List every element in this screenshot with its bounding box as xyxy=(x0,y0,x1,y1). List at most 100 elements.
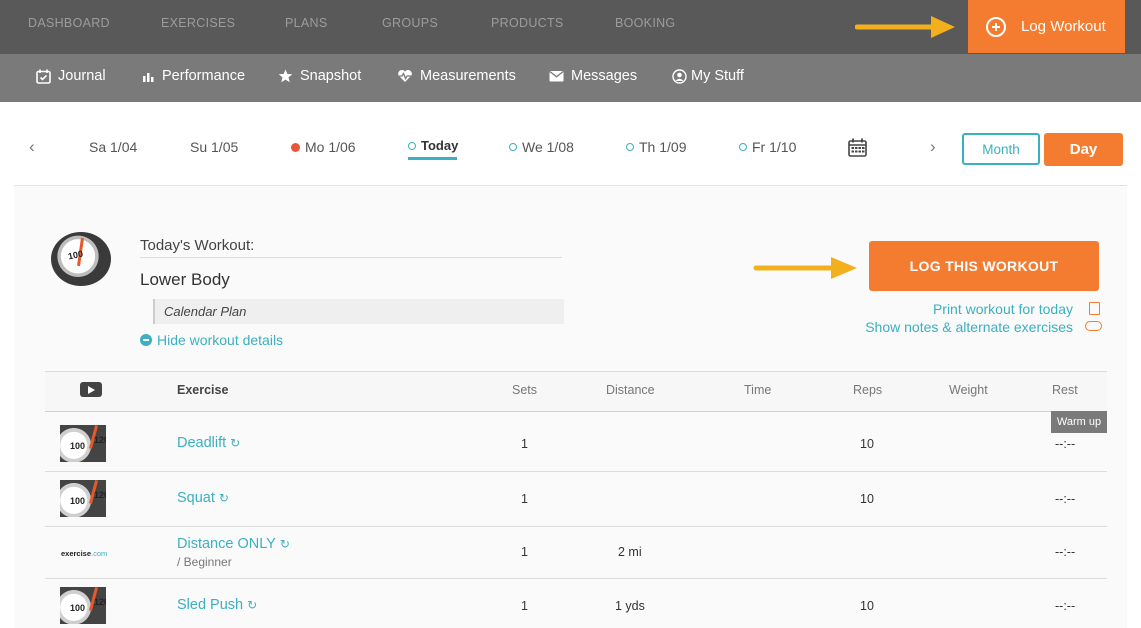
star-icon xyxy=(278,69,293,83)
header-time: Time xyxy=(744,383,772,397)
today-underline xyxy=(408,157,457,160)
todays-workout-label: Today's Workout: xyxy=(140,237,255,254)
exercise-link-squat[interactable]: Squat ↻ xyxy=(177,490,229,506)
calendar-icon[interactable] xyxy=(848,138,867,157)
cell-rest: --:-- xyxy=(1055,545,1076,559)
plan-name: Calendar Plan xyxy=(164,304,247,319)
month-view-button[interactable]: Month xyxy=(962,133,1040,165)
nav-groups[interactable]: GROUPS xyxy=(382,16,438,30)
day-sa[interactable]: Sa 1/04 xyxy=(89,139,137,155)
scale-number: 120 xyxy=(94,597,106,607)
show-notes-link[interactable]: Show notes & alternate exercises xyxy=(865,319,1073,335)
workout-thumbnail: 100 xyxy=(51,232,111,286)
subnav-label: My Stuff xyxy=(691,68,744,84)
subnav-label: Measurements xyxy=(420,68,516,84)
scale-number: 100 xyxy=(70,603,86,613)
history-icon[interactable]: ↻ xyxy=(230,436,240,450)
nav-products[interactable]: PRODUCTS xyxy=(491,16,564,30)
warmup-badge: Warm up xyxy=(1051,411,1107,433)
subnav-label: Journal xyxy=(58,68,106,84)
subnav-performance[interactable]: Performance xyxy=(142,68,245,84)
scheduled-dot-icon xyxy=(408,141,416,150)
exercise-com-logo: exercise.com xyxy=(61,549,107,558)
video-play-icon xyxy=(80,382,102,397)
hide-details-label: Hide workout details xyxy=(157,332,284,348)
header-reps: Reps xyxy=(853,383,883,397)
day-label: Fr 1/10 xyxy=(752,139,797,155)
exercise-link-deadlift[interactable]: Deadlift ↻ xyxy=(177,435,240,451)
toggle-icon[interactable] xyxy=(1085,321,1102,331)
exercise-link-sled-push[interactable]: Sled Push ↻ xyxy=(177,597,257,613)
header-distance: Distance xyxy=(606,383,655,397)
history-icon[interactable]: ↻ xyxy=(247,598,257,612)
heart-pulse-icon xyxy=(398,69,412,82)
cell-reps: 10 xyxy=(860,437,874,451)
day-mo[interactable]: Mo 1/06 xyxy=(291,139,356,155)
scale-number: 120 xyxy=(94,490,106,500)
user-circle-icon xyxy=(672,68,687,84)
print-workout-link[interactable]: Print workout for today xyxy=(933,301,1073,317)
day-view-button[interactable]: Day xyxy=(1044,133,1123,166)
subnav-journal[interactable]: Journal xyxy=(36,68,106,84)
scale-number: 120 xyxy=(94,435,106,445)
table-row xyxy=(45,527,1107,579)
subnav-label: Performance xyxy=(162,68,246,84)
log-workout-button[interactable]: Log Workout xyxy=(968,0,1125,53)
history-icon[interactable]: ↻ xyxy=(219,491,229,505)
workout-name: Lower Body xyxy=(140,270,230,289)
header-sets: Sets xyxy=(512,383,538,397)
day-today[interactable]: Today xyxy=(408,138,458,153)
next-week-chevron-icon[interactable]: › xyxy=(930,137,936,157)
arrow-annotation-top xyxy=(855,16,955,38)
document-icon[interactable] xyxy=(1089,302,1100,315)
header-weight: Weight xyxy=(949,383,988,397)
nav-exercises[interactable]: EXERCISES xyxy=(161,16,235,30)
hide-workout-details-link[interactable]: Hide workout details xyxy=(140,332,283,348)
cell-reps: 10 xyxy=(860,492,874,506)
nav-plans[interactable]: PLANS xyxy=(285,16,328,30)
scheduled-dot-icon xyxy=(739,143,747,151)
subnav-measurements[interactable]: Measurements xyxy=(397,68,516,84)
subnav-my-stuff[interactable]: My Stuff xyxy=(672,68,744,84)
exercise-name: Sled Push xyxy=(177,597,244,613)
nav-dashboard[interactable]: DASHBOARD xyxy=(28,16,110,30)
title-divider xyxy=(140,257,562,258)
day-we[interactable]: We 1/08 xyxy=(509,139,574,155)
subnav-messages[interactable]: Messages xyxy=(549,68,637,84)
scheduled-dot-icon xyxy=(509,143,517,151)
plus-circle-icon xyxy=(986,16,1006,37)
day-label: Sa 1/04 xyxy=(89,139,138,155)
log-workout-label: Log Workout xyxy=(1021,18,1106,35)
cell-distance: 1 yds xyxy=(615,599,645,613)
scale-number: 100 xyxy=(70,441,86,451)
cell-reps: 10 xyxy=(860,599,874,613)
exercise-thumbnail: 100 120 xyxy=(60,587,106,624)
day-su[interactable]: Su 1/05 xyxy=(190,139,238,155)
cell-sets: 1 xyxy=(521,437,528,451)
arrow-annotation-mid xyxy=(753,257,857,279)
prev-week-chevron-icon[interactable]: ‹ xyxy=(29,137,35,157)
day-fr[interactable]: Fr 1/10 xyxy=(739,139,796,155)
log-this-workout-button[interactable]: LOG THIS WORKOUT xyxy=(869,241,1099,291)
cell-rest: --:-- xyxy=(1055,599,1076,613)
nav-booking[interactable]: BOOKING xyxy=(615,16,675,30)
sub-navbar: Journal Performance Snapshot Measurement… xyxy=(0,54,1141,102)
cell-rest: --:-- xyxy=(1055,437,1076,451)
exercise-level: / Beginner xyxy=(177,555,232,569)
scale-number: 100 xyxy=(70,496,86,506)
exercise-name: Deadlift xyxy=(177,435,227,451)
cell-rest: --:-- xyxy=(1055,492,1076,506)
day-label: Mo 1/06 xyxy=(305,139,356,155)
bar-chart-icon xyxy=(143,72,154,82)
exercise-thumbnail: 100 120 xyxy=(60,425,106,462)
subnav-snapshot[interactable]: Snapshot xyxy=(278,68,361,84)
scale-number: 100 xyxy=(67,248,84,262)
subnav-label: Messages xyxy=(571,68,638,84)
day-th[interactable]: Th 1/09 xyxy=(626,139,686,155)
calendar-check-icon xyxy=(36,69,51,84)
cell-sets: 1 xyxy=(521,599,528,613)
envelope-icon xyxy=(549,70,564,82)
minus-circle-icon xyxy=(140,334,152,346)
history-icon[interactable]: ↻ xyxy=(280,537,290,551)
exercise-link-distance-only[interactable]: Distance ONLY ↻ xyxy=(177,536,290,552)
